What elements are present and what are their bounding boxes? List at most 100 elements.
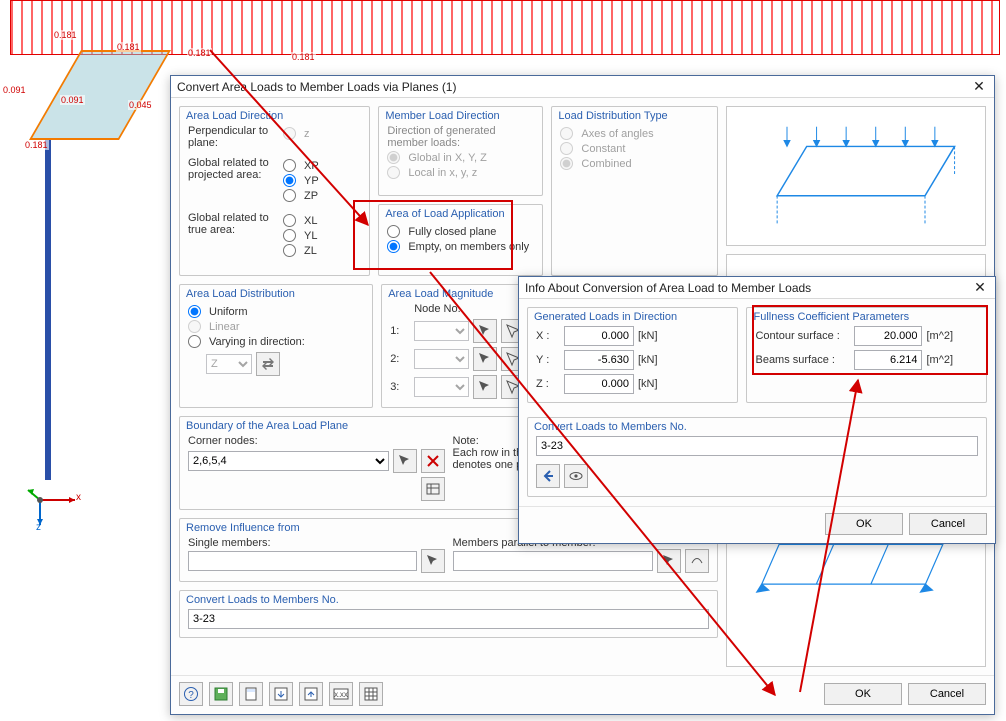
svg-text:X.XX: X.XX [334, 693, 348, 699]
save-icon[interactable] [209, 682, 233, 706]
select-parallel-icon[interactable] [685, 549, 709, 573]
value-z[interactable] [564, 374, 634, 394]
pick-nodes-icon[interactable] [393, 449, 417, 473]
axis-gizmo[interactable]: x z [20, 470, 80, 530]
radio-empty-members[interactable]: Empty, on members only [387, 240, 534, 253]
dialog-title: Convert Area Loads to Member Loads via P… [177, 76, 456, 98]
back-arrow-icon[interactable] [536, 464, 560, 488]
pick-node-icon[interactable] [473, 347, 497, 371]
radio-global-xyz: Global in X, Y, Z [387, 151, 534, 164]
group-legend: Load Distribution Type [558, 110, 667, 122]
radio-dir-zl[interactable]: ZL [283, 244, 317, 257]
radio-dir-zp[interactable]: ZP [283, 189, 319, 202]
close-icon[interactable]: ✕ [970, 78, 988, 96]
unit-label: [kN] [638, 330, 658, 342]
dim-label: 0.181 [53, 30, 78, 40]
input-parallel-members[interactable] [453, 551, 654, 571]
export-icon[interactable] [299, 682, 323, 706]
axis-label-z: z [36, 522, 41, 533]
unit-label: [m^2] [926, 330, 953, 342]
combo-node-1 [414, 321, 469, 341]
pick-node-icon[interactable] [473, 319, 497, 343]
combo-corner-nodes[interactable]: 2,6,5,4 [188, 451, 389, 471]
axis-label-x: x [76, 492, 81, 503]
value-contour[interactable] [854, 326, 922, 346]
param-label: Contour surface : [755, 330, 850, 342]
calculator-icon[interactable] [239, 682, 263, 706]
import-icon[interactable] [269, 682, 293, 706]
ok-button[interactable]: OK [824, 683, 902, 705]
radio-varying[interactable]: Varying in direction: [188, 335, 364, 348]
group-legend: Area Load Magnitude [388, 288, 493, 300]
svg-text:?: ? [188, 690, 194, 701]
radio-constant: Constant [560, 142, 709, 155]
radio-dir-xp[interactable]: XP [283, 159, 319, 172]
table-button[interactable] [421, 477, 445, 501]
value-y[interactable] [564, 350, 634, 370]
row-index: 2: [390, 353, 410, 365]
input-convert-members[interactable] [536, 436, 978, 456]
pick-parallel-icon[interactable] [657, 549, 681, 573]
radio-dir-xl[interactable]: XL [283, 214, 317, 227]
dim-label: 0.045 [128, 100, 153, 110]
label-single-members: Single members: [188, 537, 445, 549]
dim-label: 0.091 [60, 95, 85, 105]
unit-label: [m^2] [926, 354, 953, 366]
axis-label: X : [536, 330, 560, 342]
close-icon[interactable]: ✕ [971, 279, 989, 297]
dim-label: 0.181 [24, 140, 49, 150]
axis-label: Z : [536, 378, 560, 390]
matrix-icon[interactable] [359, 682, 383, 706]
combo-node-3 [414, 377, 469, 397]
swap-direction-button [256, 352, 280, 376]
radio-dir-z: z [283, 127, 310, 140]
combo-node-2 [414, 349, 469, 369]
group-legend: Member Load Direction [385, 110, 499, 122]
radio-uniform[interactable]: Uniform [188, 305, 364, 318]
delete-icon[interactable] [421, 449, 445, 473]
radio-local-xyz: Local in x, y, z [387, 166, 534, 179]
value-x[interactable] [564, 326, 634, 346]
param-label: Beams surface : [755, 354, 850, 366]
radio-dir-yp[interactable]: YP [283, 174, 319, 187]
group-legend: Remove Influence from [186, 522, 300, 534]
row-index: 1: [390, 325, 410, 337]
input-convert-members[interactable] [188, 609, 709, 629]
radio-dir-yl[interactable]: YL [283, 229, 317, 242]
label-true-area: Global related to true area: [188, 212, 273, 236]
label-projected: Global related to projected area: [188, 157, 273, 181]
column-header-node: Node No. [414, 303, 474, 315]
radio-linear: Linear [188, 320, 364, 333]
pick-members-icon[interactable] [421, 549, 445, 573]
dim-label: 0.181 [187, 48, 212, 58]
dim-label: 0.181 [291, 52, 316, 62]
row-index: 3: [390, 381, 410, 393]
dim-label: 0.091 [2, 85, 27, 95]
label-corner-nodes: Corner nodes: [188, 435, 445, 447]
dim-label: 0.181 [116, 42, 141, 52]
group-legend: Area Load Distribution [186, 288, 295, 300]
group-legend: Area Load Direction [186, 110, 283, 122]
xxx-format-icon[interactable]: X.XX [329, 682, 353, 706]
combo-direction: Z [206, 354, 252, 374]
cancel-button[interactable]: Cancel [908, 683, 986, 705]
unit-label: [kN] [638, 354, 658, 366]
unit-label: [kN] [638, 378, 658, 390]
value-beams[interactable] [854, 350, 922, 370]
label-perpendicular: Perpendicular to plane: [188, 125, 273, 149]
radio-fully-closed[interactable]: Fully closed plane [387, 225, 534, 238]
group-legend: Area of Load Application [385, 208, 504, 220]
group-legend: Generated Loads in Direction [534, 311, 677, 323]
help-icon[interactable]: ? [179, 682, 203, 706]
label-member-dir-hint: Direction of generated member loads: [387, 125, 534, 149]
dialog-title: Info About Conversion of Area Load to Me… [525, 277, 811, 299]
eye-icon[interactable] [564, 464, 588, 488]
axis-label: Y : [536, 354, 560, 366]
group-legend: Convert Loads to Members No. [186, 594, 339, 606]
pick-node-icon[interactable] [473, 375, 497, 399]
cancel-button[interactable]: Cancel [909, 513, 987, 535]
dialog-info-conversion: Info About Conversion of Area Load to Me… [518, 276, 996, 544]
ok-button[interactable]: OK [825, 513, 903, 535]
input-single-members[interactable] [188, 551, 417, 571]
radio-combined: Combined [560, 157, 709, 170]
